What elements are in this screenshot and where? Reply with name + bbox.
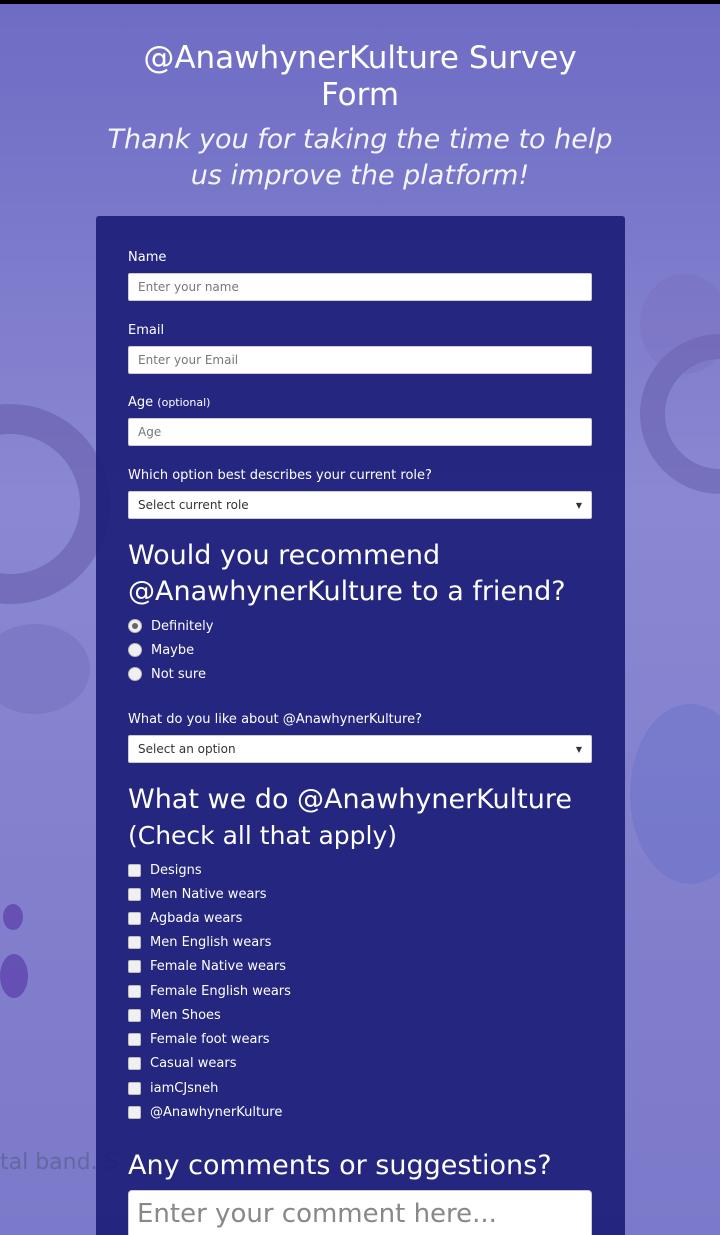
chevron-down-icon: ▼ [575, 744, 582, 754]
email-input[interactable]: Enter your Email [128, 346, 592, 374]
checkbox-label: Agbada wears [150, 910, 243, 926]
what-we-do-title: What we do @AnawhynerKulture [128, 784, 572, 815]
page-header: @AnawhynerKulture Survey Form Thank you … [0, 40, 720, 194]
like-select-value: Select an option [138, 742, 236, 756]
recommend-option-maybe[interactable]: Maybe [128, 640, 194, 660]
radio-button-checked[interactable] [128, 619, 142, 633]
checkbox[interactable] [128, 1081, 141, 1095]
like-field-group: What do you like about @AnawhynerKulture… [128, 712, 592, 763]
background-skull [640, 274, 720, 374]
age-label: Age [128, 395, 154, 410]
checkbox-label: Female English wears [150, 983, 291, 999]
checkbox[interactable] [128, 1008, 141, 1022]
what-we-do-subtitle: (Check all that apply) [128, 821, 398, 850]
recommend-heading: Would you recommend @AnawhynerKulture to… [128, 540, 566, 607]
checkbox-label: Men Shoes [150, 1007, 221, 1023]
checkbox-label: iamCJsneh [150, 1080, 219, 1096]
checkbox-label: Men English wears [150, 934, 272, 950]
role-label: Which option best describes your current… [128, 468, 432, 483]
name-input[interactable]: Enter your name [128, 273, 592, 301]
background-drop-2 [0, 954, 28, 998]
role-field-group: Which option best describes your current… [128, 468, 592, 519]
like-label: What do you like about @AnawhynerKulture… [128, 712, 422, 727]
checkbox-option[interactable]: Men English wears [128, 932, 271, 952]
checkbox-option[interactable]: Men Shoes [128, 1005, 221, 1025]
role-select[interactable]: Select current role ▼ [128, 491, 592, 519]
checkbox[interactable] [128, 1105, 141, 1119]
radio-button[interactable] [128, 667, 142, 681]
checkbox-option[interactable]: iamCJsneh [128, 1078, 218, 1098]
what-we-do-heading: What we do @AnawhynerKulture (Check all … [128, 782, 588, 854]
checkbox[interactable] [128, 1032, 141, 1046]
radio-label: Definitely [151, 618, 214, 634]
age-input[interactable]: Age [128, 418, 592, 446]
role-select-value: Select current role [138, 498, 249, 512]
age-optional-note: (optional) [157, 396, 211, 409]
recommend-option-definitely[interactable]: Definitely [128, 616, 213, 636]
checkbox[interactable] [128, 984, 141, 998]
comments-heading: Any comments or suggestions? [128, 1150, 552, 1181]
checkbox-label: @AnawhynerKulture [150, 1104, 283, 1120]
email-field-group: Email Enter your Email [128, 323, 592, 374]
background-brain [0, 624, 90, 714]
checkbox-option[interactable]: Casual wears [128, 1053, 236, 1073]
checkbox[interactable] [128, 935, 141, 949]
checkbox[interactable] [128, 1056, 141, 1070]
checkbox-label: Men Native wears [150, 886, 267, 902]
page-subtitle: Thank you for taking the time to help us… [107, 124, 613, 191]
age-field-group: Age (optional) Age [128, 395, 592, 446]
survey-form: Name Enter your name Email Enter your Em… [96, 216, 625, 1235]
background-figure [630, 704, 720, 884]
email-label: Email [128, 323, 165, 338]
checkbox[interactable] [128, 911, 141, 925]
checkbox-label: Female Native wears [150, 958, 287, 974]
checkbox[interactable] [128, 959, 141, 973]
radio-label: Not sure [151, 666, 206, 682]
like-select[interactable]: Select an option ▼ [128, 735, 592, 763]
checkbox-label: Casual wears [150, 1055, 237, 1071]
checkbox-option[interactable]: Men Native wears [128, 884, 267, 904]
checkbox-option[interactable]: @AnawhynerKulture [128, 1102, 282, 1122]
age-label-row: Age (optional) [128, 395, 592, 411]
recommend-option-not-sure[interactable]: Not sure [128, 664, 206, 684]
background-drop-1 [3, 904, 23, 930]
page-title: @AnawhynerKulture Survey Form [143, 40, 577, 113]
checkbox-label: Designs [150, 862, 202, 878]
checkbox-option[interactable]: Female English wears [128, 981, 291, 1001]
comments-textarea[interactable]: Enter your comment here... [128, 1190, 592, 1235]
name-field-group: Name Enter your name [128, 250, 592, 301]
chevron-down-icon: ▼ [575, 500, 582, 510]
radio-label: Maybe [151, 642, 195, 658]
radio-button[interactable] [128, 643, 142, 657]
checkbox[interactable] [128, 863, 141, 877]
checkbox-option[interactable]: Female foot wears [128, 1029, 270, 1049]
checkbox-option[interactable]: Agbada wears [128, 908, 242, 928]
checkbox[interactable] [128, 887, 141, 901]
checkbox-option[interactable]: Female Native wears [128, 956, 286, 976]
name-label: Name [128, 250, 167, 265]
checkbox-label: Female foot wears [150, 1031, 270, 1047]
checkbox-option[interactable]: Designs [128, 860, 202, 880]
background-circle-left [0, 404, 110, 604]
